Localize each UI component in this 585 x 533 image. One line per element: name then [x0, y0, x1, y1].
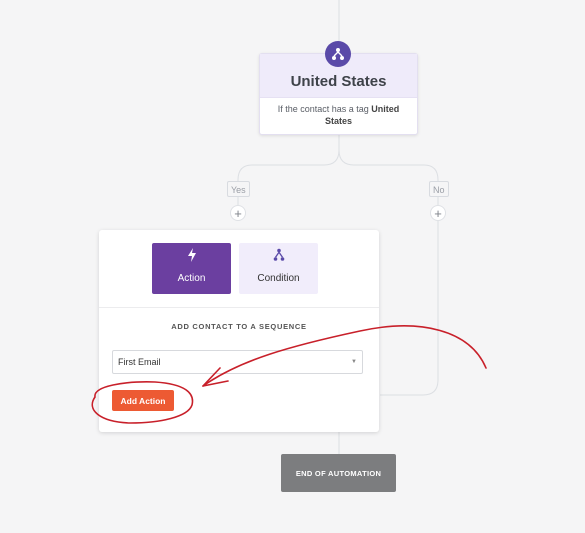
condition-description-text: If the contact has a tag	[277, 104, 369, 114]
add-step-no-button[interactable]: +	[430, 205, 446, 221]
tab-condition-label: Condition	[257, 273, 300, 284]
condition-node-title: United States	[290, 73, 387, 90]
end-of-automation-node: END OF AUTOMATION	[281, 454, 396, 492]
condition-node-description: If the contact has a tag United States	[260, 98, 417, 127]
condition-branch-icon	[325, 41, 351, 67]
no-branch-label: No	[429, 181, 449, 197]
sequence-select-value: First Email	[118, 357, 161, 367]
sequence-select[interactable]: First Email ▼	[112, 350, 363, 374]
yes-branch-label: Yes	[227, 181, 250, 197]
plus-icon: +	[434, 205, 442, 221]
branch-icon	[273, 248, 285, 267]
section-title: ADD CONTACT TO A SEQUENCE	[171, 322, 307, 331]
tab-action-label: Action	[177, 273, 206, 284]
tab-condition[interactable]: Condition	[239, 243, 318, 294]
tab-action[interactable]: Action	[152, 243, 231, 294]
bolt-icon	[187, 248, 197, 267]
add-step-yes-button[interactable]: +	[230, 205, 246, 221]
add-action-button[interactable]: Add Action	[112, 390, 174, 411]
caret-down-icon: ▼	[351, 359, 357, 365]
panel-divider	[99, 307, 379, 308]
add-step-panel: Action Condition ADD CONTACT TO A SEQUEN…	[99, 230, 379, 432]
plus-icon: +	[234, 205, 242, 221]
